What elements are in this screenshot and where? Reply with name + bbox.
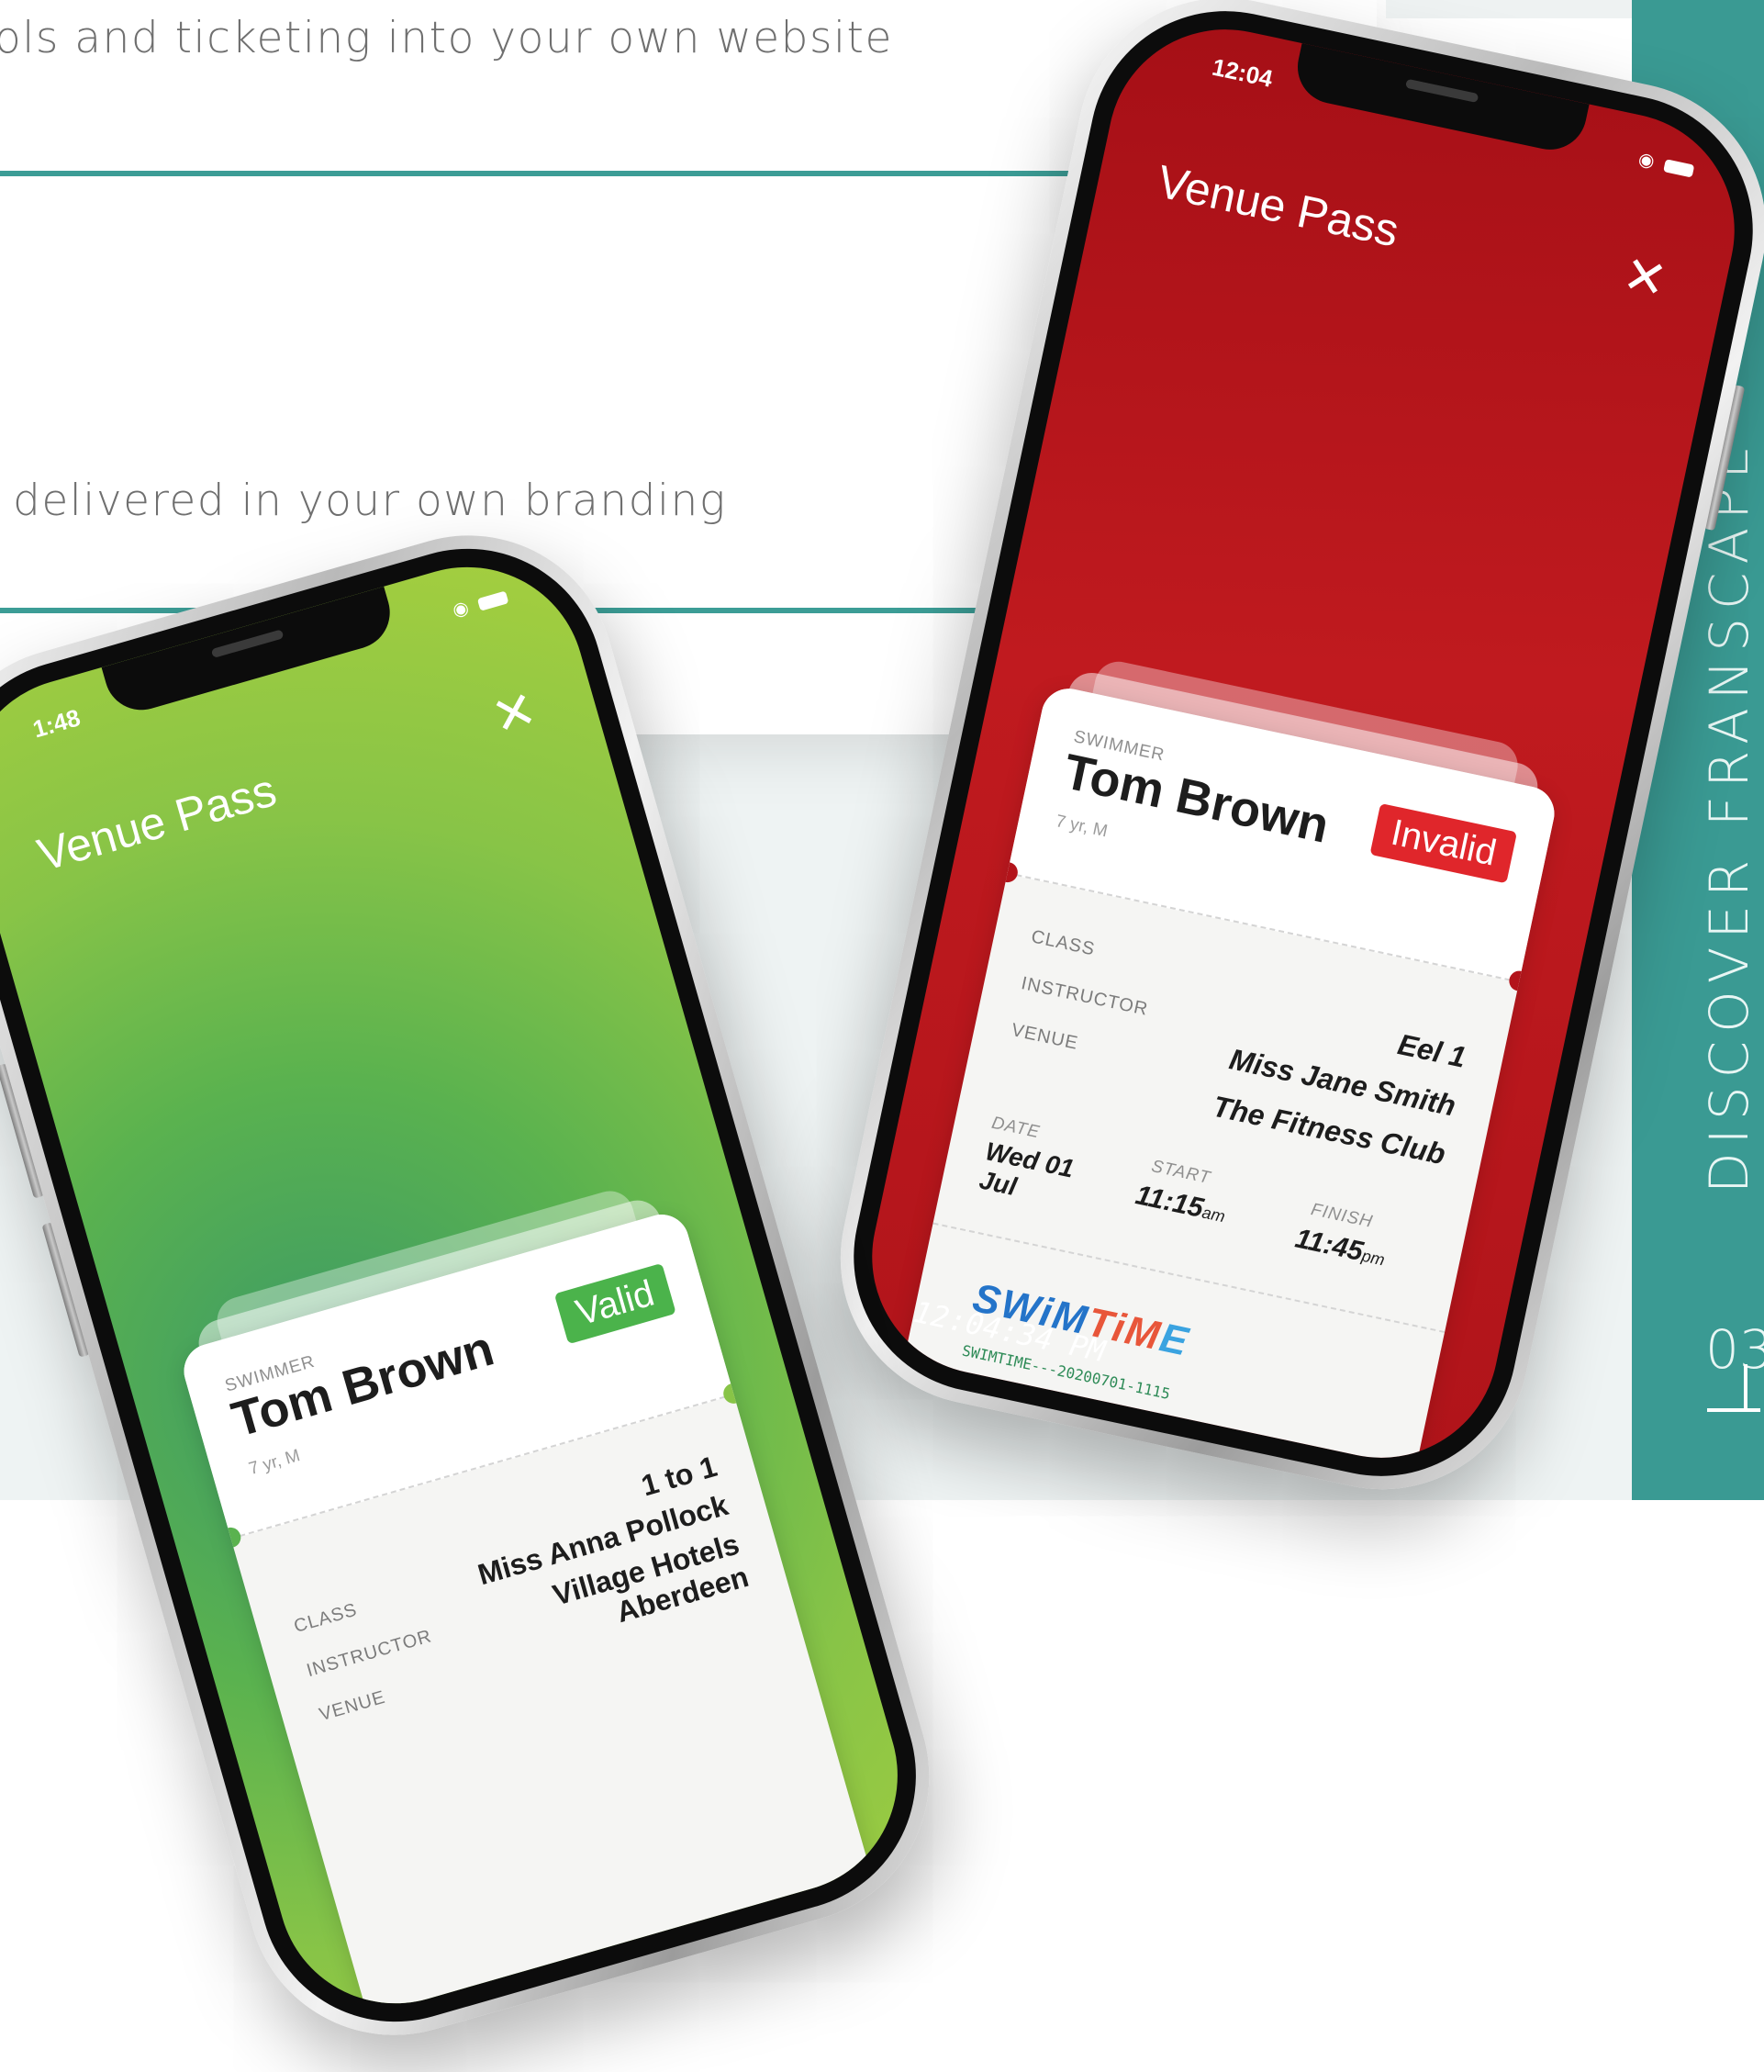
status-icons: ◉ [1636, 147, 1696, 181]
finish-suffix: pm [1359, 1246, 1387, 1270]
page-number-underline [1707, 1408, 1760, 1412]
venue-pass-title: Venue Pass [31, 764, 282, 881]
speaker [210, 629, 285, 658]
instructor-label: INSTRUCTOR [304, 1626, 435, 1682]
class-label: CLASS [291, 1599, 360, 1638]
status-time: 1:48 [29, 703, 84, 744]
instructor-label: INSTRUCTOR [1019, 973, 1151, 1020]
venue-label: VENUE [1009, 1019, 1080, 1054]
class-value: Eel 1 [1394, 1027, 1469, 1074]
venue-pass-title: Venue Pass [1153, 155, 1403, 257]
pass-card: SWIMMER Tom Brown 7 yr, M Invalid CLASS … [879, 683, 1560, 1480]
close-icon[interactable]: ✕ [1617, 244, 1671, 311]
status-time: 12:04 [1210, 52, 1276, 93]
status-badge: Invalid [1369, 803, 1518, 884]
battery-icon [1663, 158, 1695, 178]
venue-label: VENUE [317, 1686, 388, 1726]
battery-icon [476, 590, 509, 611]
finish-value: 11:45 [1292, 1223, 1367, 1268]
sidebar-title: DISCOVER FRANSCAPE [1698, 437, 1760, 1193]
start-time: 11:15am [1133, 1180, 1228, 1229]
speaker [1404, 78, 1479, 104]
swimmer-meta: 7 yr, M [1054, 812, 1110, 842]
close-icon[interactable]: ✕ [486, 679, 543, 748]
swimmer-meta: 7 yr, M [246, 1446, 303, 1480]
wifi-icon: ◉ [1636, 149, 1659, 174]
start-value: 11:15 [1133, 1180, 1207, 1225]
page-number-tick [1744, 1364, 1747, 1410]
start-suffix: am [1200, 1203, 1227, 1226]
wifi-icon: ◉ [450, 596, 474, 622]
background-strip [1386, 0, 1632, 18]
class-label: CLASS [1029, 926, 1098, 960]
feature-text: delivered in your own branding [13, 476, 727, 526]
intro-text: ols and ticketing into your own website [0, 13, 893, 63]
divider-top [0, 171, 1101, 176]
status-badge: Valid [553, 1262, 676, 1345]
finish-time: 11:45pm [1292, 1223, 1388, 1272]
page-number: 03 [1705, 1318, 1764, 1381]
swimmer-name: Tom Brown [226, 1320, 500, 1448]
status-icons: ◉ [450, 585, 510, 622]
date-value: Wed 01 Jul [977, 1137, 1077, 1202]
